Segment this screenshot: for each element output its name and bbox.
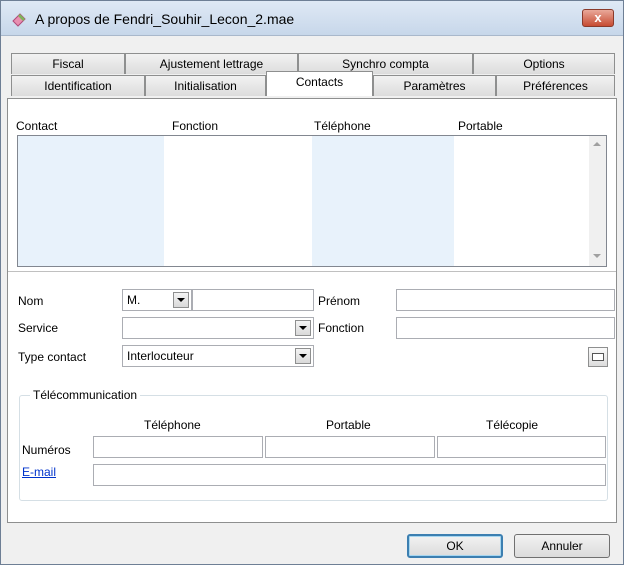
fonction-field[interactable] <box>396 317 615 339</box>
civilite-value: M. <box>127 293 141 307</box>
chevron-down-icon[interactable] <box>173 292 189 308</box>
app-icon <box>12 13 26 27</box>
civilite-select[interactable]: M. <box>122 289 192 311</box>
prenom-label: Prénom <box>318 294 361 308</box>
chevron-down-icon[interactable] <box>295 348 311 364</box>
col-telephone-label: Téléphone <box>144 418 201 432</box>
about-dialog: A propos de Fendri_Souhir_Lecon_2.mae x … <box>0 0 624 565</box>
scroll-down-icon[interactable] <box>593 254 601 258</box>
column-header-contact[interactable]: Contact <box>16 119 57 133</box>
telecommunication-group-title: Télécommunication <box>30 388 141 402</box>
fonction-label: Fonction <box>318 321 365 335</box>
column-header-telephone[interactable]: Téléphone <box>314 119 371 133</box>
telephone-field[interactable] <box>93 436 263 458</box>
close-button[interactable]: x <box>582 9 614 27</box>
close-icon: x <box>594 10 602 25</box>
chevron-down-icon[interactable] <box>295 320 311 336</box>
numeros-label: Numéros <box>22 443 71 457</box>
list-column-telephone <box>312 136 454 266</box>
portable-field[interactable] <box>265 436 435 458</box>
type-contact-value: Interlocuteur <box>127 349 194 363</box>
col-telecopie-label: Télécopie <box>486 418 539 432</box>
prenom-field[interactable] <box>396 289 615 311</box>
separator <box>8 271 616 272</box>
email-link[interactable]: E-mail <box>22 465 56 479</box>
send-mail-button[interactable] <box>588 347 608 367</box>
telecopie-field[interactable] <box>437 436 606 458</box>
contacts-list[interactable] <box>17 135 607 267</box>
type-contact-select[interactable]: Interlocuteur <box>122 345 314 367</box>
scroll-up-icon[interactable] <box>593 142 601 146</box>
nom-label: Nom <box>18 294 44 308</box>
tab-parametres[interactable]: Paramètres <box>373 75 496 96</box>
col-portable-label: Portable <box>326 418 371 432</box>
column-header-fonction[interactable]: Fonction <box>172 119 218 133</box>
service-label: Service <box>18 321 59 335</box>
service-select[interactable] <box>122 317 314 339</box>
tab-fiscal[interactable]: Fiscal <box>11 53 125 74</box>
type-contact-label: Type contact <box>18 350 87 364</box>
tab-options[interactable]: Options <box>473 53 615 74</box>
tab-contacts[interactable]: Contacts <box>266 71 373 96</box>
list-column-contact <box>18 136 164 266</box>
contacts-panel: Contact Fonction Téléphone Portable Nom … <box>7 98 617 523</box>
ok-button[interactable]: OK <box>407 534 503 558</box>
nom-field[interactable] <box>192 289 314 311</box>
column-header-portable[interactable]: Portable <box>458 119 503 133</box>
title-bar[interactable]: A propos de Fendri_Souhir_Lecon_2.mae x <box>1 1 623 36</box>
tab-initialisation[interactable]: Initialisation <box>145 75 266 96</box>
envelope-icon <box>592 353 604 361</box>
cancel-button[interactable]: Annuler <box>514 534 610 558</box>
window-title: A propos de Fendri_Souhir_Lecon_2.mae <box>35 11 295 27</box>
email-field[interactable] <box>93 464 606 486</box>
vertical-scrollbar[interactable] <box>589 136 606 266</box>
tab-identification[interactable]: Identification <box>11 75 145 96</box>
tab-preferences[interactable]: Préférences <box>496 75 615 96</box>
